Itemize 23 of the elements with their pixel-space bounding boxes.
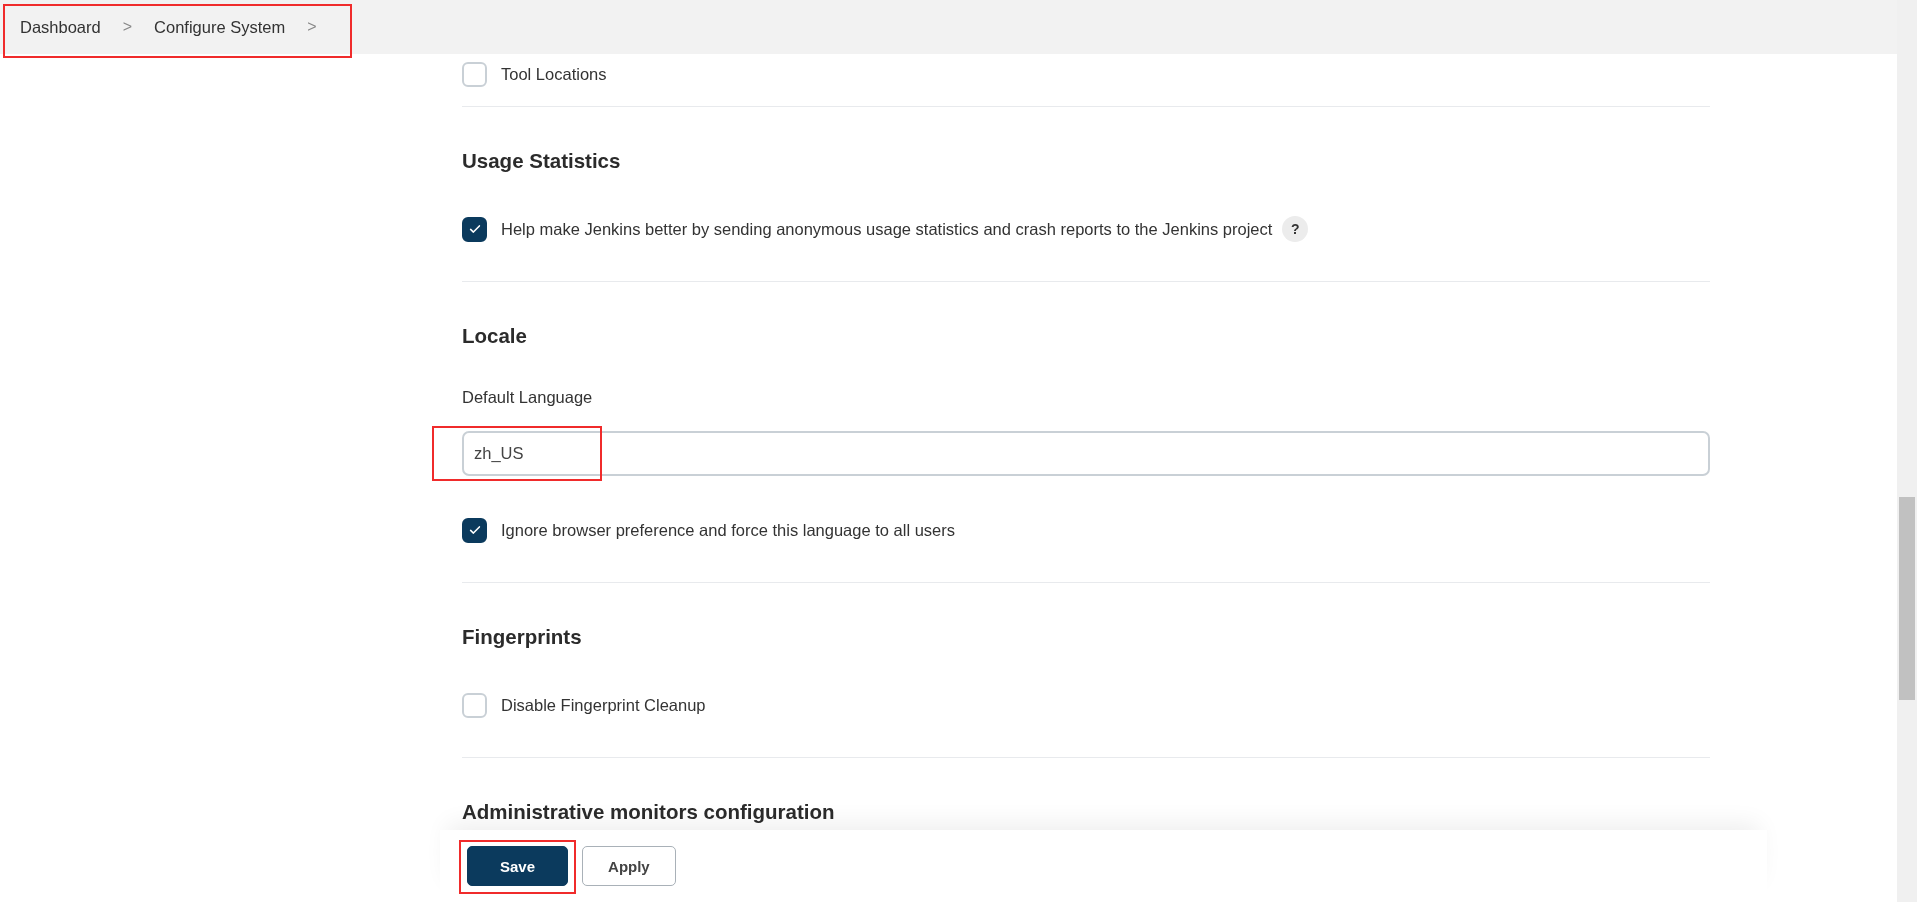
section-heading: Administrative monitors configuration: [462, 800, 836, 824]
checkbox-label: Tool Locations: [501, 64, 607, 84]
checkbox-label: Help make Jenkins better by sending anonymous usage statistics and crash reports to the Jenkins project: [501, 219, 1273, 239]
checkbox[interactable]: [462, 517, 487, 543]
scrollbar[interactable]: [1897, 0, 1917, 902]
checkbox[interactable]: [462, 216, 487, 242]
field-label: Default Language: [462, 388, 594, 407]
checkmark-icon: [467, 222, 482, 236]
section-heading: Usage Statistics: [462, 149, 622, 173]
save-button[interactable]: Save: [467, 846, 569, 886]
checkbox-label: Disable Fingerprint Cleanup: [501, 695, 706, 715]
help-button[interactable]: ?: [1282, 216, 1309, 242]
apply-button[interactable]: Apply: [582, 846, 676, 886]
scrollbar-thumb[interactable]: [1899, 497, 1915, 700]
checkbox-label: Ignore browser preference and force this language to all users: [501, 520, 956, 540]
breadcrumb-separator: >: [122, 18, 133, 36]
breadcrumb-link[interactable]: Dashboard: [20, 17, 101, 37]
section-heading: Fingerprints: [462, 625, 583, 649]
breadcrumb-link[interactable]: Configure System: [154, 17, 286, 37]
breadcrumb-separator: >: [307, 18, 317, 36]
section-heading: Locale: [462, 324, 528, 348]
checkmark-icon: [467, 523, 482, 537]
language-field[interactable]: zh_US: [462, 431, 1710, 476]
